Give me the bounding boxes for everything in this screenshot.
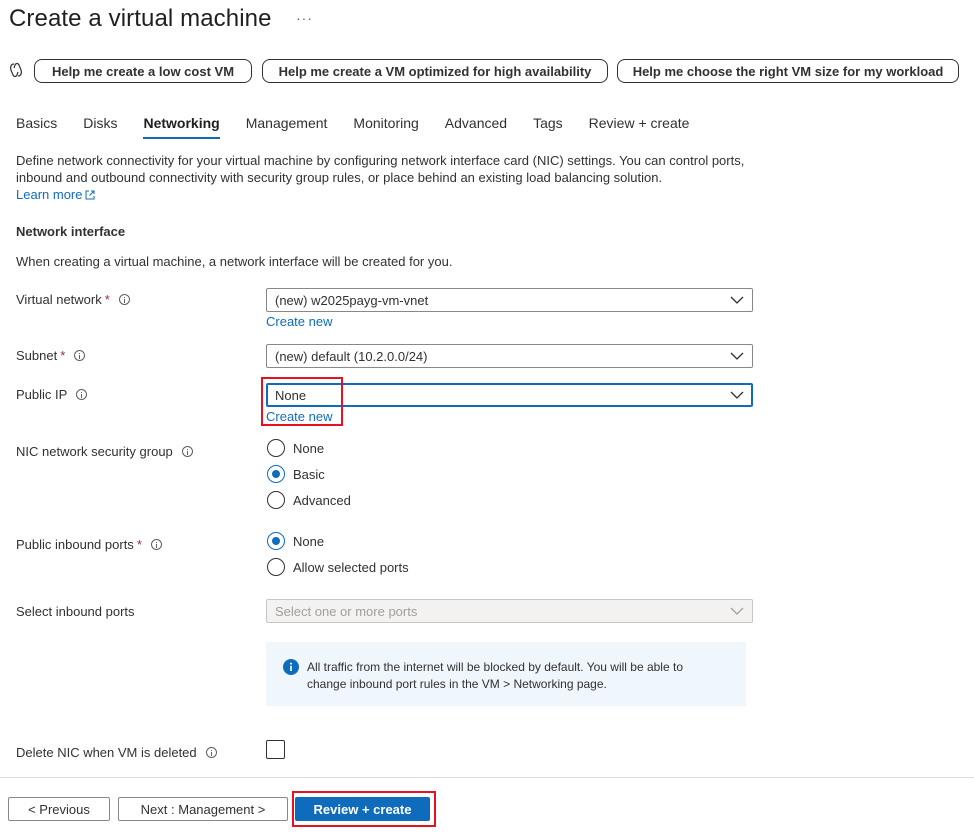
next-management-button[interactable]: Next : Management > — [118, 797, 288, 821]
public-ip-dropdown[interactable]: None — [266, 383, 753, 407]
more-options-icon[interactable]: ··· — [296, 10, 313, 26]
radio-button[interactable] — [267, 439, 285, 457]
info-message-box: All traffic from the internet will be bl… — [266, 642, 746, 706]
chevron-down-icon — [730, 296, 744, 304]
select-inbound-ports-label: Select inbound ports — [16, 604, 135, 619]
info-icon[interactable] — [76, 389, 88, 400]
page-title: Create a virtual machine — [9, 5, 272, 32]
public-inbound-ports-label: Public inbound ports * — [16, 537, 162, 552]
required-marker: * — [104, 292, 110, 307]
info-icon[interactable] — [205, 747, 217, 758]
subnet-label: Subnet * — [16, 348, 86, 363]
info-message-text: All traffic from the internet will be bl… — [307, 660, 683, 691]
previous-button[interactable]: < Previous — [8, 797, 110, 821]
tab-tags[interactable]: Tags — [533, 114, 563, 144]
info-icon[interactable] — [150, 539, 162, 550]
delete-nic-label: Delete NIC when VM is deleted — [16, 745, 217, 760]
copilot-icon — [10, 62, 22, 78]
nic-nsg-option-advanced[interactable]: Advanced — [267, 491, 351, 509]
section-title-network-interface: Network interface — [16, 224, 126, 239]
tab-management[interactable]: Management — [246, 114, 328, 144]
section-description: When creating a virtual machine, a netwo… — [16, 254, 453, 269]
tab-advanced[interactable]: Advanced — [445, 114, 507, 144]
info-circle-icon — [283, 659, 299, 675]
public-ip-label: Public IP — [16, 387, 88, 402]
assist-low-cost-button[interactable]: Help me create a low cost VM — [34, 59, 252, 83]
virtual-network-dropdown[interactable]: (new) w2025payg-vm-vnet — [266, 288, 753, 312]
learn-more-link[interactable]: Learn more — [16, 187, 82, 202]
intro-description: Define network connectivity for your vir… — [16, 152, 776, 203]
radio-button[interactable] — [267, 558, 285, 576]
inbound-ports-option-allow-selected[interactable]: Allow selected ports — [267, 558, 409, 576]
subnet-dropdown[interactable]: (new) default (10.2.0.0/24) — [266, 344, 753, 368]
inbound-ports-option-none[interactable]: None — [267, 532, 324, 550]
chevron-down-icon — [730, 352, 744, 360]
assist-vm-size-button[interactable]: Help me choose the right VM size for my … — [617, 59, 959, 83]
radio-button-selected[interactable] — [267, 532, 285, 550]
tab-networking[interactable]: Networking — [143, 114, 220, 144]
nic-nsg-option-basic[interactable]: Basic — [267, 465, 325, 483]
assist-high-availability-button[interactable]: Help me create a VM optimized for high a… — [262, 59, 608, 83]
tab-disks[interactable]: Disks — [83, 114, 117, 144]
required-marker: * — [60, 348, 66, 363]
radio-button-selected[interactable] — [267, 465, 285, 483]
required-marker: * — [136, 537, 142, 552]
external-link-icon — [85, 190, 95, 200]
info-icon[interactable] — [118, 294, 130, 305]
chevron-down-icon — [730, 607, 744, 615]
public-ip-create-new-link[interactable]: Create new — [266, 409, 332, 424]
virtual-network-create-new-link[interactable]: Create new — [266, 314, 332, 329]
review-create-button[interactable]: Review + create — [295, 797, 430, 821]
intro-line-1: Define network connectivity for your vir… — [16, 153, 745, 168]
delete-nic-checkbox[interactable] — [266, 740, 285, 759]
tab-monitoring[interactable]: Monitoring — [353, 114, 418, 144]
info-icon[interactable] — [74, 350, 86, 361]
intro-line-2: inbound and outbound connectivity with s… — [16, 170, 663, 185]
tab-review-create[interactable]: Review + create — [589, 114, 690, 144]
info-icon[interactable] — [181, 446, 193, 457]
chevron-down-icon — [730, 391, 744, 399]
tab-basics[interactable]: Basics — [16, 114, 57, 144]
footer-divider — [0, 777, 974, 778]
select-inbound-ports-dropdown: Select one or more ports — [266, 599, 753, 623]
tab-bar: Basics Disks Networking Management Monit… — [16, 114, 715, 144]
radio-button[interactable] — [267, 491, 285, 509]
nic-nsg-option-none[interactable]: None — [267, 439, 324, 457]
nic-nsg-label: NIC network security group — [16, 444, 193, 459]
virtual-network-label: Virtual network * — [16, 292, 130, 307]
